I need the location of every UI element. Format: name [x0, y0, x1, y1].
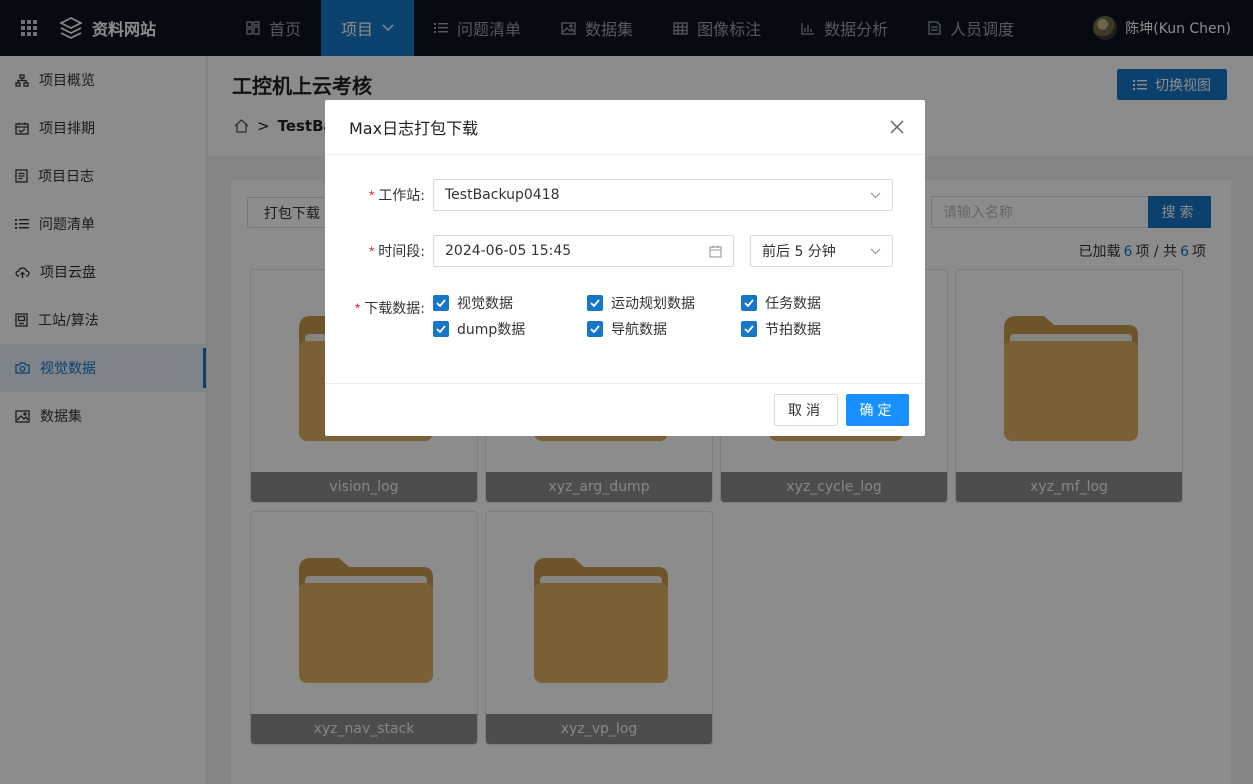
- download-row: * 下载数据: 视觉数据 运动规划数据 任务数据 dump数据 导航数据 节拍数据: [325, 293, 895, 339]
- period-row: * 时间段: 2024-06-05 15:45 前后 5 分钟: [325, 235, 893, 267]
- checkbox-checked-icon[interactable]: [587, 295, 603, 311]
- checkbox-checked-icon[interactable]: [433, 295, 449, 311]
- close-icon[interactable]: [887, 117, 907, 137]
- range-value: 前后 5 分钟: [762, 244, 836, 260]
- option-label: 导航数据: [611, 322, 667, 338]
- period-label-text: 时间段: [378, 244, 421, 260]
- download-label-text: 下载数据: [364, 301, 421, 317]
- checkbox-checked-icon[interactable]: [741, 321, 757, 337]
- download-modal: Max日志打包下载 * 工作站: TestBackup0418 * 时间段: 202…: [325, 100, 925, 436]
- option-cycle-data[interactable]: 节拍数据: [741, 319, 895, 339]
- calendar-icon: [709, 245, 722, 258]
- option-dump-data[interactable]: dump数据: [433, 319, 587, 339]
- option-label: 节拍数据: [765, 322, 821, 338]
- station-value: TestBackup0418: [445, 187, 560, 203]
- option-label: 任务数据: [765, 296, 821, 312]
- station-label: * 工作站:: [368, 187, 425, 204]
- station-select[interactable]: TestBackup0418: [433, 179, 893, 211]
- option-label: dump数据: [457, 322, 526, 338]
- period-value: 2024-06-05 15:45: [445, 243, 572, 259]
- confirm-button[interactable]: 确定: [846, 394, 909, 426]
- option-label: 运动规划数据: [611, 296, 695, 312]
- option-label: 视觉数据: [457, 296, 513, 312]
- option-task-data[interactable]: 任务数据: [741, 293, 895, 313]
- modal-title: Max日志打包下载: [325, 100, 925, 155]
- download-label: * 下载数据:: [354, 300, 425, 317]
- station-label-text: 工作站: [378, 188, 421, 204]
- checkbox-checked-icon[interactable]: [587, 321, 603, 337]
- download-options: 视觉数据 运动规划数据 任务数据 dump数据 导航数据 节拍数据: [433, 293, 895, 339]
- checkbox-checked-icon[interactable]: [433, 321, 449, 337]
- option-vision-data[interactable]: 视觉数据: [433, 293, 587, 313]
- datetime-picker[interactable]: 2024-06-05 15:45: [433, 235, 734, 267]
- option-motion-data[interactable]: 运动规划数据: [587, 293, 741, 313]
- chevron-down-icon: [870, 192, 881, 198]
- station-row: * 工作站: TestBackup0418: [325, 179, 893, 211]
- range-select[interactable]: 前后 5 分钟: [750, 235, 893, 267]
- chevron-down-icon: [870, 248, 881, 254]
- period-label: * 时间段:: [368, 243, 425, 260]
- checkbox-checked-icon[interactable]: [741, 295, 757, 311]
- modal-footer: 取消 确定: [325, 383, 925, 436]
- option-nav-data[interactable]: 导航数据: [587, 319, 741, 339]
- cancel-button[interactable]: 取消: [774, 394, 838, 426]
